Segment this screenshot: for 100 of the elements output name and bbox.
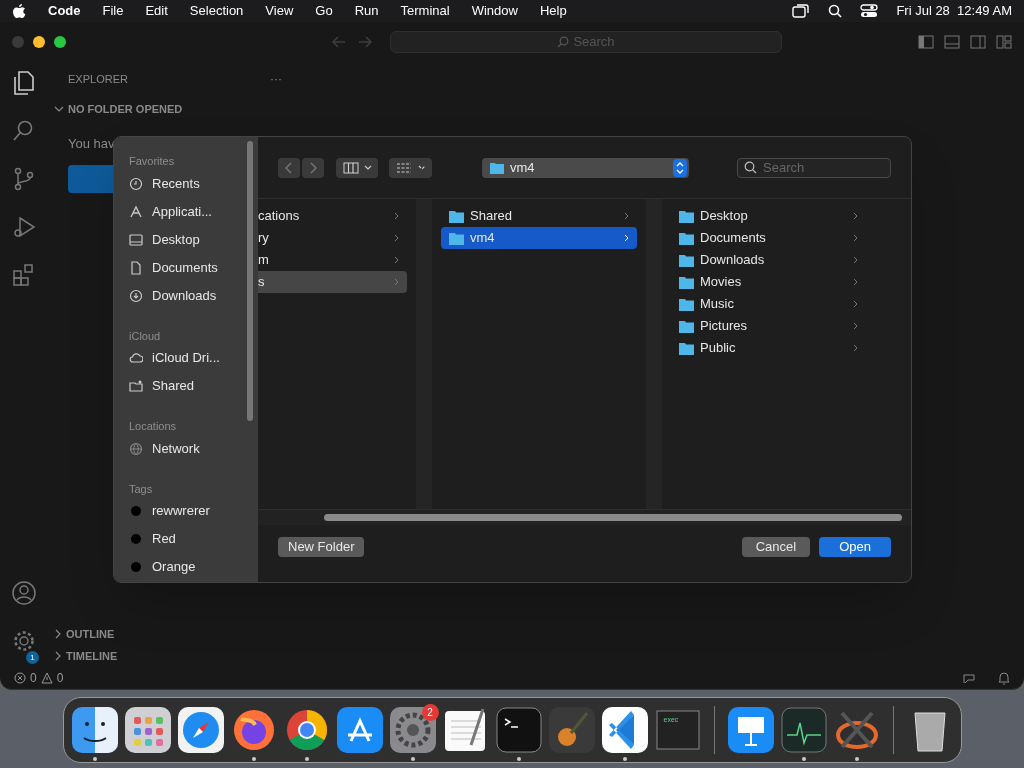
folder-list-item[interactable]: Public [671, 337, 866, 359]
forward-chevron-icon[interactable] [302, 157, 324, 178]
menu-item[interactable]: Help [539, 1, 567, 21]
sidebar-item[interactable]: Desktop [129, 225, 258, 254]
folder-list-item[interactable]: cations [258, 205, 407, 227]
gear-icon[interactable] [389, 707, 436, 753]
sidebar-item[interactable]: iCloud Dri... [129, 344, 258, 372]
chevron-right-icon [394, 278, 399, 286]
custom-layout-icon[interactable] [996, 35, 1012, 49]
minimize-button[interactable] [33, 36, 45, 48]
updown-icon [673, 158, 687, 177]
sidebar-item[interactable]: Downloads [129, 281, 258, 310]
console-window-icon[interactable] [654, 707, 701, 753]
letter-a-icon[interactable] [336, 707, 383, 753]
more-actions-button[interactable]: ··· [270, 70, 282, 88]
settings-icon[interactable] [11, 628, 37, 654]
zoom-button[interactable] [54, 36, 66, 48]
toggle-icon[interactable] [860, 4, 879, 18]
folder-list-item[interactable]: Pictures [671, 315, 866, 337]
app-menu[interactable]: Code [48, 1, 81, 21]
folder-list-item[interactable]: Movies [671, 271, 866, 293]
sidebar-item[interactable]: Recents [129, 169, 258, 198]
folder-list-item[interactable]: Desktop [671, 205, 866, 227]
menu-item[interactable]: Terminal [400, 1, 450, 21]
warning-icon [40, 672, 53, 684]
tag-dot-icon [129, 504, 143, 518]
chevron-right-icon [54, 629, 62, 639]
chevron-right-icon [853, 322, 858, 330]
folder-icon [679, 209, 694, 223]
back-chevron-icon[interactable] [278, 157, 300, 178]
menu-item[interactable]: View [265, 1, 294, 21]
error-count[interactable]: 0 [30, 669, 37, 687]
sidebar-layout-icon[interactable] [918, 35, 934, 49]
terminal-prompt-icon[interactable] [495, 707, 542, 753]
sidebar-heading: iCloud [129, 328, 162, 344]
pulse-graph-icon[interactable] [780, 707, 827, 753]
search-icon[interactable] [828, 4, 843, 18]
account-icon[interactable] [11, 580, 37, 606]
cloud-icon [129, 351, 143, 365]
files-icon[interactable] [11, 70, 37, 96]
open-button[interactable]: Open [819, 536, 891, 557]
folder-icon [679, 297, 694, 311]
sidebar-item[interactable]: rewwrerer [129, 497, 258, 525]
section-header[interactable]: NO FOLDER OPENED [68, 101, 183, 118]
sidebar-item[interactable]: Orange [129, 553, 258, 581]
folder-icon [679, 231, 694, 245]
warning-count[interactable]: 0 [56, 669, 64, 687]
sidebar-item[interactable]: Red [129, 525, 258, 553]
horizontal-scrollbar[interactable] [324, 514, 902, 521]
menu-item[interactable]: Selection [189, 1, 244, 21]
menu-item[interactable]: Window [471, 1, 518, 21]
sidebar-item[interactable]: Shared [129, 372, 258, 400]
menu-item[interactable]: Edit [145, 1, 168, 21]
error-icon [14, 672, 26, 684]
chevron-right-icon [624, 212, 629, 220]
code-editor-icon[interactable] [601, 707, 648, 753]
split-layout-icon[interactable] [970, 35, 986, 49]
search-icon [744, 161, 757, 174]
menu-item[interactable]: Run [354, 1, 379, 21]
accounts-broadcast-icon[interactable] [962, 671, 976, 685]
app-grid-icon[interactable] [124, 707, 171, 753]
panel-layout-icon[interactable] [944, 35, 960, 49]
windows-icon[interactable] [792, 4, 811, 18]
apple-logo-icon[interactable] [12, 3, 26, 19]
folder-list-item[interactable]: Music [671, 293, 866, 315]
explorer-message: You hav [68, 134, 115, 153]
sidebar-scrollbar[interactable] [247, 141, 253, 421]
face-icon[interactable] [71, 707, 118, 753]
bell-icon[interactable] [998, 671, 1010, 685]
column-view-icon[interactable] [336, 157, 378, 178]
guitar-icon[interactable] [548, 707, 595, 753]
chevron-right-icon [394, 212, 399, 220]
panel-header[interactable]: TIMELINE [66, 647, 118, 665]
chevron-right-icon [853, 278, 858, 286]
run-debug-icon[interactable] [11, 214, 37, 240]
chevron-right-icon [853, 300, 858, 308]
icon-view-icon[interactable] [389, 157, 432, 178]
folder-list-item[interactable]: vm4 [441, 227, 637, 249]
cancel-button[interactable]: Cancel [741, 536, 811, 557]
chevron-right-icon [624, 234, 629, 242]
location-popup[interactable]: vm4 [482, 157, 689, 178]
folder-list-item[interactable]: Downloads [671, 249, 866, 271]
menu-item[interactable]: File [102, 1, 124, 21]
sidebar-item[interactable]: Network [129, 434, 258, 463]
folder-list-item[interactable]: m [258, 249, 407, 271]
globe-icon [129, 441, 143, 456]
folder-list-item[interactable]: ry [258, 227, 407, 249]
folder-list-item[interactable]: s [258, 271, 407, 293]
menu-item[interactable]: Go [315, 1, 333, 21]
panel-header[interactable]: OUTLINE [66, 625, 115, 643]
new-folder-button[interactable]: New Folder [278, 536, 365, 557]
sidebar-item[interactable]: Applicati... [129, 197, 258, 226]
presentation-icon[interactable] [727, 707, 774, 753]
shared-folder-icon [129, 379, 143, 393]
folder-icon [449, 209, 464, 223]
sidebar-item[interactable]: Documents [129, 253, 258, 282]
folder-list-item[interactable]: Documents [671, 227, 866, 249]
compass-icon[interactable] [177, 707, 224, 753]
tag-dot-icon [129, 560, 143, 574]
folder-list-item[interactable]: Shared [441, 205, 637, 227]
